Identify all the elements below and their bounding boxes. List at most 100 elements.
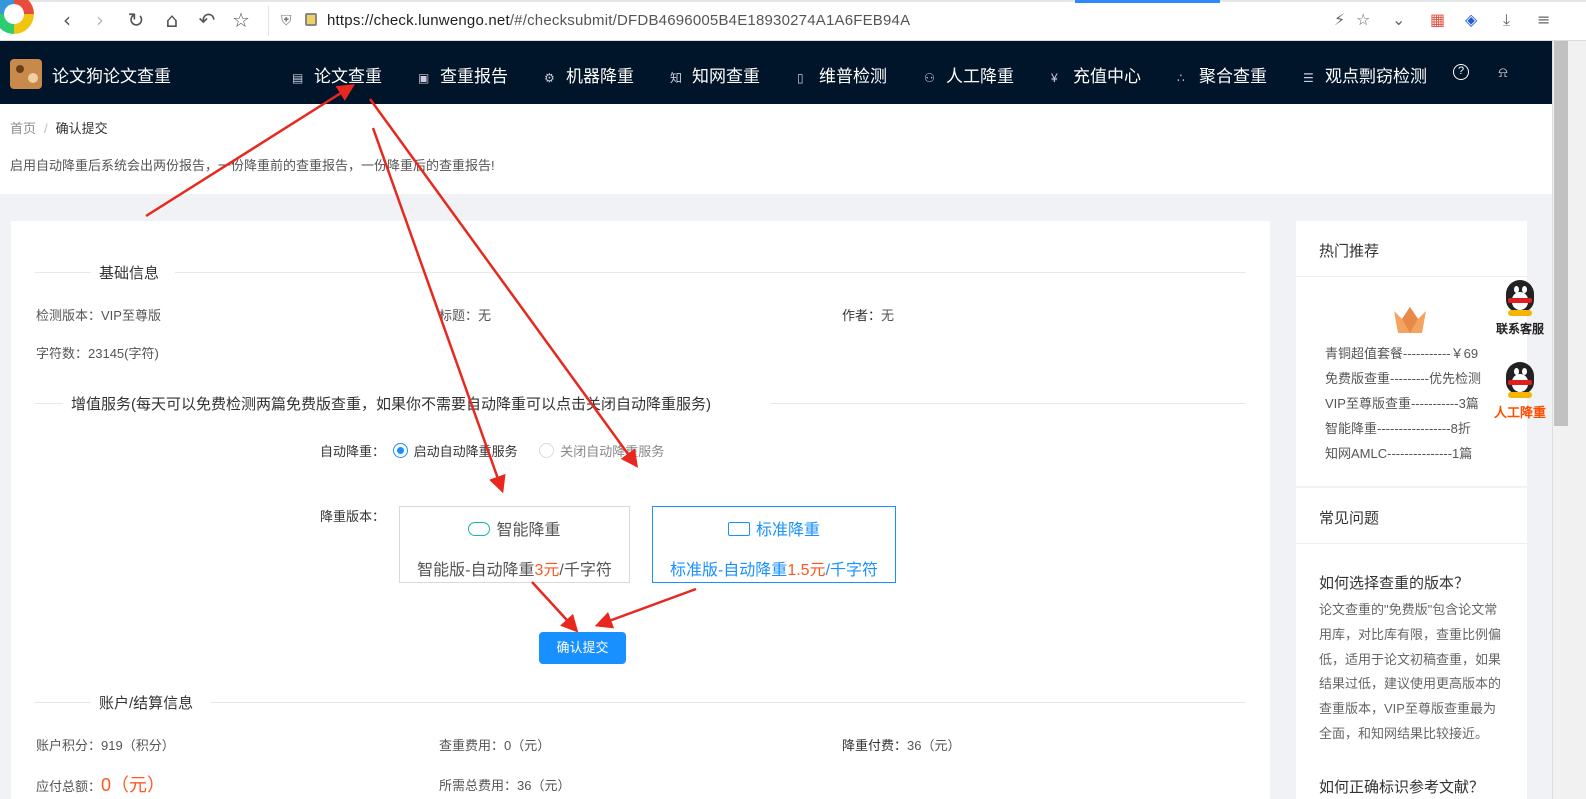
- divider: [210, 702, 1246, 703]
- nav-label: 机器降重: [566, 67, 634, 86]
- address-bar[interactable]: ⛨ https://check.lunwengo.net/#/checksubm…: [268, 6, 1418, 36]
- divider: [175, 272, 1246, 273]
- notice-text: 启用自动降重后系统会出两份报告，一份降重前的查重报告，一份降重后的查重报告!: [10, 158, 495, 173]
- yen-icon: ¥: [1051, 71, 1058, 85]
- field-title: 标题：无: [439, 305, 491, 324]
- nav-item-aggregate[interactable]: ∴ 聚合查重: [1177, 62, 1267, 87]
- faq-question[interactable]: 如何正确标识参考文献？: [1319, 776, 1484, 797]
- nav-label: 知网查重: [692, 67, 760, 86]
- nav-label: 论文查重: [314, 67, 382, 86]
- browser-logo-icon: [0, 0, 34, 34]
- bookmark-star-icon[interactable]: ☆: [1356, 10, 1370, 29]
- version-unit: /千字符: [559, 562, 612, 579]
- divider: [770, 403, 1246, 404]
- help-icon[interactable]: ?: [1453, 64, 1469, 80]
- nav-label: 查重报告: [440, 67, 508, 86]
- radio-auto-on-label[interactable]: 启动自动降重服务: [414, 444, 518, 459]
- nav-item-weipu[interactable]: ▯ 维普检测: [797, 62, 887, 87]
- version-card-standard[interactable]: 标准降重 标准版-自动降重1.5元/千字符: [652, 506, 896, 583]
- extension-icon[interactable]: ◈: [1465, 10, 1477, 29]
- breadcrumb: 首页 / 确认提交: [10, 118, 108, 137]
- undo-icon[interactable]: ↶: [195, 8, 219, 32]
- active-tab-indicator[interactable]: [1075, 0, 1220, 3]
- keyboard-icon: [727, 522, 750, 536]
- manual-reduce-label: 人工降重: [1493, 405, 1546, 420]
- version-desc: 智能版-自动降重: [417, 562, 535, 579]
- url-text[interactable]: https://check.lunwengo.net/#/checksubmit…: [327, 12, 910, 29]
- nav-item-machine-reduce[interactable]: ⚙ 机器降重: [544, 62, 634, 87]
- nav-item-recharge[interactable]: ¥ 充值中心: [1051, 62, 1141, 87]
- section-title: 增值服务(每天可以免费检测两篇免费版查重，如果你不需要自动降重可以点击关闭自动降…: [63, 393, 719, 414]
- breadcrumb-current: 确认提交: [55, 121, 108, 136]
- apps-icon[interactable]: ▦: [1430, 10, 1445, 29]
- dog-logo-icon[interactable]: [10, 59, 42, 89]
- contact-service-button[interactable]: 联系客服: [1492, 280, 1548, 337]
- star-icon[interactable]: ☆: [229, 8, 253, 32]
- qq-penguin-icon: [1504, 362, 1536, 398]
- chevron-down-icon[interactable]: ⌄: [1392, 10, 1405, 29]
- faq-answer: 论文查重的"免费版"包含论文常用库，对比库有限，查重比例偏低，适用于论文初稿查重…: [1319, 602, 1502, 741]
- rec-item[interactable]: 免费版查重---------优先检测: [1325, 368, 1481, 387]
- radio-auto-on[interactable]: [392, 443, 408, 458]
- rec-item[interactable]: 青铜超值套餐-----------￥69: [1325, 343, 1478, 362]
- shield-icon[interactable]: ⛨: [281, 12, 292, 29]
- lock-icon[interactable]: [305, 13, 317, 26]
- tab-strip: [0, 0, 1586, 2]
- field-version: 检测版本：VIP至尊版: [36, 305, 161, 324]
- file-icon: ▯: [797, 71, 804, 85]
- breadcrumb-separator: /: [44, 121, 48, 136]
- nav-label: 人工降重: [946, 67, 1014, 86]
- radio-auto-off-label[interactable]: 关闭自动降重服务: [560, 444, 664, 459]
- field-key: 作者：: [842, 308, 882, 323]
- breadcrumb-home[interactable]: 首页: [10, 121, 36, 136]
- version-price: 1.5元: [787, 562, 826, 579]
- version-price: 3元: [534, 562, 560, 579]
- url-path: /#/checksubmit/DFDB4696005B4E18930274A1A…: [509, 12, 911, 29]
- scrollbar-thumb[interactable]: [1554, 41, 1568, 426]
- divider: [35, 272, 91, 273]
- nav-label: 聚合查重: [1199, 67, 1267, 86]
- report-icon: ▣: [418, 71, 430, 85]
- radio-auto-off[interactable]: [539, 443, 555, 458]
- sidebar-header: 常见问题: [1296, 488, 1527, 544]
- nav-item-cnki[interactable]: 知知网查重: [670, 62, 760, 87]
- menu-icon[interactable]: ≡: [1537, 10, 1550, 29]
- nav-item-plagiarism[interactable]: ☰ 观点剽窃检测: [1303, 62, 1427, 87]
- field-key: 账户积分：: [36, 738, 102, 753]
- field-total-fee: 所需总费用：36（元）: [439, 775, 570, 794]
- field-key: 查重费用：: [439, 738, 505, 753]
- nav-label: 充值中心: [1073, 67, 1141, 86]
- home-icon[interactable]: ⌂: [160, 8, 184, 32]
- rec-item[interactable]: VIP至尊版查重-----------3篇: [1325, 393, 1479, 412]
- back-icon[interactable]: ‹: [55, 8, 79, 32]
- page-scrollbar[interactable]: [1552, 41, 1586, 799]
- faq-question[interactable]: 如何选择查重的版本？: [1319, 572, 1469, 593]
- rec-item[interactable]: 知网AMLC---------------1篇: [1325, 443, 1472, 462]
- nav-item-manual-reduce[interactable]: ⚇ 人工降重: [924, 62, 1014, 87]
- robot-icon: ⚙: [544, 71, 555, 85]
- field-key: 字符数：: [36, 346, 89, 361]
- sidebar-hot: 热门推荐 青铜超值套餐-----------￥69 免费版查重---------…: [1296, 221, 1527, 486]
- brand-name[interactable]: 论文狗论文查重: [52, 62, 171, 87]
- bell-icon[interactable]: ⍾: [1495, 64, 1511, 80]
- nav-item-report[interactable]: ▣ 查重报告: [418, 62, 508, 87]
- field-points: 账户积分：919（积分）: [36, 735, 175, 754]
- reload-icon[interactable]: ↻: [124, 8, 148, 32]
- rec-item[interactable]: 智能降重-----------------8折: [1325, 418, 1471, 437]
- confirm-submit-button[interactable]: 确认提交: [539, 632, 626, 664]
- page-header: 首页 / 确认提交 启用自动降重后系统会出两份报告，一份降重前的查重报告，一份降重后…: [0, 104, 1552, 194]
- version-card-smart[interactable]: 智能降重 智能版-自动降重3元/千字符: [399, 506, 630, 583]
- version-unit: /千字符: [825, 562, 879, 579]
- field-value: 无: [881, 308, 895, 323]
- site-navbar: 论文狗论文查重 ▤ 论文查重 ▣ 查重报告 ⚙ 机器降重 知知网查重 ▯ 维普检测 ⚇ 人…: [0, 41, 1552, 104]
- section-title: 基础信息: [91, 262, 168, 283]
- sidebar-header: 热门推荐: [1296, 221, 1527, 277]
- manual-reduce-float-button[interactable]: 人工降重: [1492, 362, 1548, 421]
- field-key: 标题：: [439, 308, 479, 323]
- nav-item-lunwen-chachong[interactable]: ▤ 论文查重: [292, 62, 382, 87]
- download-icon[interactable]: ⤓: [1503, 10, 1510, 30]
- bolt-icon[interactable]: ⚡: [1334, 10, 1345, 29]
- forward-icon[interactable]: ›: [88, 8, 112, 32]
- field-value: 36（元）: [907, 738, 961, 753]
- field-author: 作者：无: [842, 305, 894, 324]
